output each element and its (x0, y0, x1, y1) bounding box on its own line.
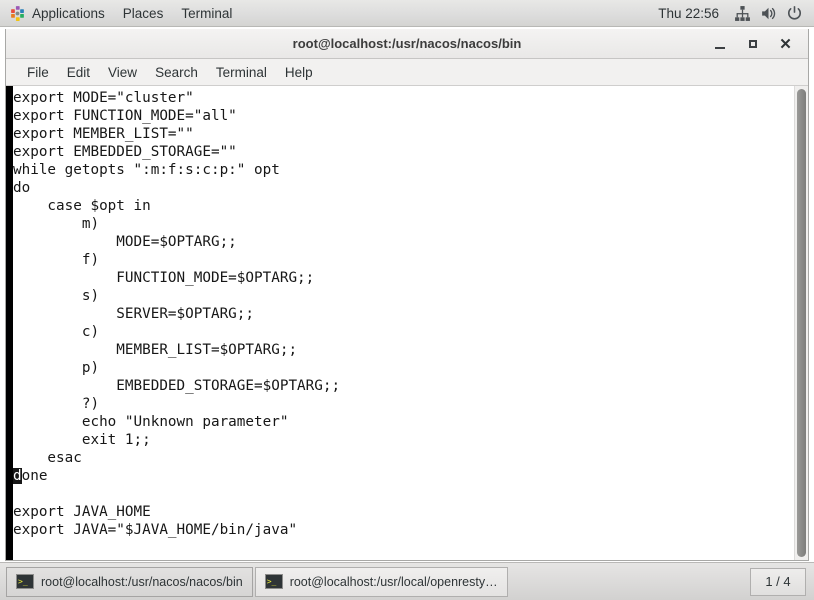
terminal-output[interactable]: export MODE="cluster" export FUNCTION_MO… (13, 86, 794, 560)
vertical-scrollbar[interactable] (794, 86, 808, 560)
clock[interactable]: Thu 22:56 (648, 6, 729, 21)
terminal-body[interactable]: export MODE="cluster" export FUNCTION_MO… (6, 86, 808, 560)
terminal-menu[interactable]: Terminal (172, 0, 241, 26)
places-menu-label: Places (122, 5, 164, 21)
menu-search[interactable]: Search (146, 62, 207, 83)
network-icon[interactable] (729, 0, 755, 26)
close-icon: ✕ (779, 35, 792, 53)
maximize-icon (748, 40, 757, 48)
menu-edit[interactable]: Edit (58, 62, 99, 83)
panel-status-area: Thu 22:56 (648, 0, 814, 26)
close-button[interactable]: ✕ (769, 30, 802, 58)
volume-icon[interactable] (755, 0, 781, 26)
task-button-openresty[interactable]: root@localhost:/usr/local/openresty… (254, 566, 508, 597)
applications-menu-label: Applications (32, 5, 105, 21)
terminal-left-margin (6, 86, 13, 560)
minimize-button[interactable] (703, 30, 736, 58)
terminal-text-after-cursor: one export JAVA_HOME export JAVA="$JAVA_… (13, 468, 298, 538)
terminal-text-before-cursor: export MODE="cluster" export FUNCTION_MO… (13, 90, 341, 466)
workspace-switcher[interactable]: 1 / 4 (750, 567, 806, 596)
minimize-icon (714, 46, 725, 49)
terminal-icon (16, 574, 34, 589)
applications-menu[interactable]: Applications (0, 0, 114, 26)
window-titlebar[interactable]: root@localhost:/usr/nacos/nacos/bin ✕ (6, 29, 808, 59)
applications-logo-icon (11, 5, 24, 21)
window-title: root@localhost:/usr/nacos/nacos/bin (292, 36, 522, 51)
menu-help[interactable]: Help (276, 62, 322, 83)
terminal-menu-label: Terminal (181, 5, 233, 21)
scrollbar-thumb[interactable] (797, 89, 806, 557)
terminal-cursor: d (13, 468, 22, 484)
terminal-icon (264, 574, 283, 589)
menu-file[interactable]: File (18, 62, 58, 83)
window-controls: ✕ (703, 29, 802, 59)
places-menu[interactable]: Places (114, 0, 173, 26)
maximize-button[interactable] (736, 30, 769, 58)
menubar: File Edit View Search Terminal Help (6, 59, 808, 86)
power-icon[interactable] (781, 0, 807, 26)
task-button-label: root@localhost:/usr/nacos/nacos/bin (41, 574, 243, 589)
menu-terminal[interactable]: Terminal (207, 62, 276, 83)
menu-view[interactable]: View (99, 62, 146, 83)
window-list: root@localhost:/usr/nacos/nacos/bin root… (6, 566, 750, 597)
taskbar: root@localhost:/usr/nacos/nacos/bin root… (0, 562, 814, 600)
workspace-indicator-label: 1 / 4 (765, 574, 791, 589)
task-button-label: root@localhost:/usr/local/openresty… (289, 574, 498, 589)
terminal-window: root@localhost:/usr/nacos/nacos/bin ✕ Fi… (5, 29, 809, 561)
top-panel: Applications Places Terminal Thu 22:56 (0, 0, 814, 27)
task-button-nacos-bin[interactable]: root@localhost:/usr/nacos/nacos/bin (6, 566, 253, 597)
